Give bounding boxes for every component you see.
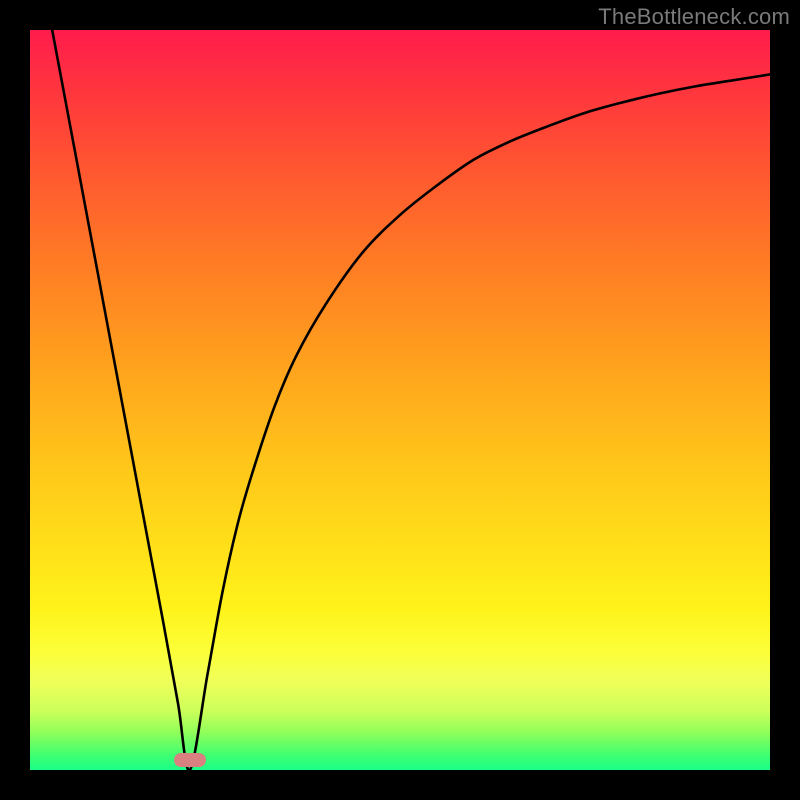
watermark-label: TheBottleneck.com (598, 4, 790, 30)
curve-svg (30, 30, 770, 770)
optimal-point-marker (174, 753, 206, 767)
bottleneck-curve-line (52, 30, 770, 770)
chart-container: TheBottleneck.com (0, 0, 800, 800)
plot-area (30, 30, 770, 770)
